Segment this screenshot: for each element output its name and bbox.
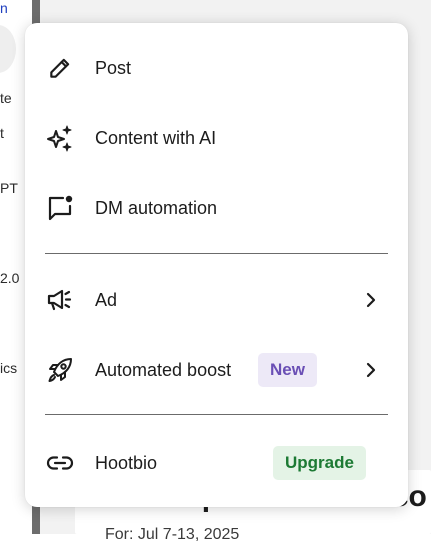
menu-item-label: Automated boost [95, 359, 232, 380]
new-badge: New [258, 353, 317, 387]
menu-separator [45, 414, 388, 415]
message-dot-icon [45, 193, 75, 223]
menu-item-automated-boost[interactable]: Automated boost New [25, 342, 408, 398]
link-icon [45, 448, 75, 478]
nav-fragment[interactable]: PT [0, 180, 18, 196]
megaphone-icon [45, 285, 75, 315]
menu-item-ad[interactable]: Ad [25, 272, 408, 328]
menu-item-content-with-ai[interactable]: Content with AI [25, 110, 408, 166]
menu-item-label: Hootbio [95, 452, 158, 473]
chevron-right-icon [359, 358, 383, 382]
chevron-right-icon [359, 288, 383, 312]
menu-separator [45, 253, 388, 254]
menu-item-label: Post [95, 57, 132, 78]
menu-item-post[interactable]: Post [25, 40, 408, 96]
menu-item-hootbio[interactable]: Hootbio Upgrade [25, 435, 408, 491]
nav-fragment[interactable]: n [0, 0, 8, 16]
sparkles-icon [45, 123, 75, 153]
create-menu: Post Content with AI DM automation Ad Au… [25, 23, 408, 507]
nav-fragment[interactable]: t [0, 125, 4, 141]
avatar [0, 25, 16, 73]
menu-item-label: Content with AI [95, 127, 217, 148]
nav-fragment[interactable]: te [0, 90, 12, 106]
menu-item-label: DM automation [95, 197, 218, 218]
performance-date-range: For: Jul 7-13, 2025 [105, 526, 240, 543]
nav-fragment[interactable]: ics [0, 360, 17, 376]
pencil-icon [45, 53, 75, 83]
rocket-icon [45, 355, 75, 385]
menu-item-dm-automation[interactable]: DM automation [25, 180, 408, 236]
upgrade-badge[interactable]: Upgrade [273, 446, 366, 480]
nav-fragment[interactable]: 2.0 [0, 270, 19, 286]
menu-item-label: Ad [95, 289, 118, 310]
